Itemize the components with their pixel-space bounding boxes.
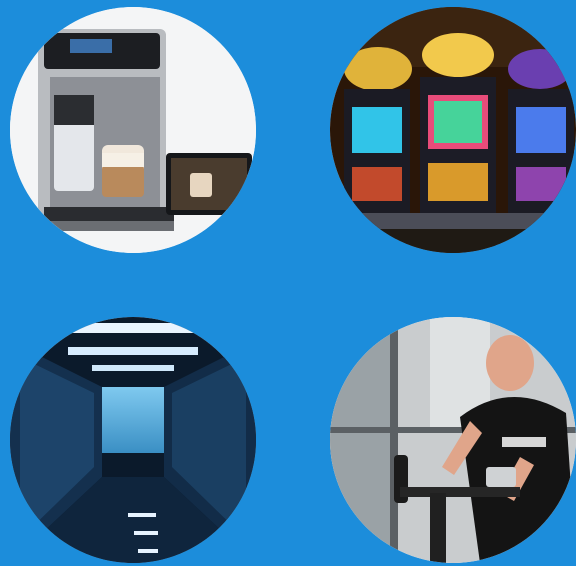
data-center-photo xyxy=(10,317,256,563)
coffee-machine-icon xyxy=(10,7,256,253)
coffee-machine-photo xyxy=(10,7,256,253)
exercise-bike-icon xyxy=(330,317,576,563)
slot-machines-icon xyxy=(330,7,576,253)
slot-machines-photo xyxy=(330,7,576,253)
exercise-bike-photo xyxy=(330,317,576,563)
data-center-icon xyxy=(10,317,256,563)
